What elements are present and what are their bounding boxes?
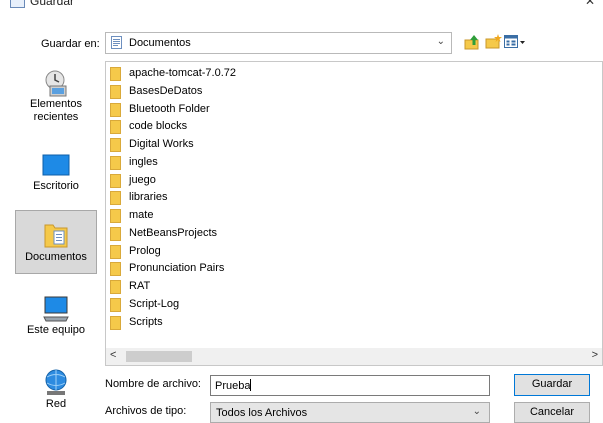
file-name: libraries xyxy=(129,191,168,204)
place-label: Escritorio xyxy=(33,180,79,192)
filename-value: Prueba xyxy=(215,380,251,392)
file-name: Digital Works xyxy=(129,138,194,150)
file-name: NetBeansProjects xyxy=(129,226,218,239)
filetype-label: Archivos de tipo: xyxy=(105,405,187,417)
place-label: Documentos xyxy=(25,251,87,263)
window-title: Guardar xyxy=(30,0,75,8)
folder-icon xyxy=(110,84,121,99)
place-label: Este equipo xyxy=(26,324,86,336)
file-name: Pronunciation Pairs xyxy=(129,262,225,275)
place-network[interactable]: Red xyxy=(15,368,97,411)
documents-icon xyxy=(44,224,68,248)
documents-folder-icon xyxy=(111,36,122,49)
filetype-combobox[interactable]: Todos los Archivos ⌄ xyxy=(210,402,490,423)
folder-icon xyxy=(110,102,121,117)
close-icon[interactable]: ✕ xyxy=(585,0,595,8)
filename-label: Nombre de archivo: xyxy=(105,378,201,390)
folder-icon xyxy=(110,67,121,81)
file-name: ingles xyxy=(129,155,158,168)
file-name: BasesDeDatos xyxy=(129,84,203,97)
view-menu-icon[interactable] xyxy=(503,32,527,52)
filename-input[interactable]: Prueba xyxy=(210,375,490,396)
folder-icon xyxy=(110,138,121,152)
place-this-pc[interactable]: Este equipo xyxy=(15,294,97,337)
folder-icon xyxy=(110,280,121,294)
scroll-right-icon[interactable]: > xyxy=(592,349,598,361)
file-name: mate xyxy=(129,209,154,221)
up-folder-icon[interactable] xyxy=(463,32,483,52)
folder-icon xyxy=(110,226,121,241)
network-icon xyxy=(45,369,67,395)
save-in-combobox[interactable]: Documentos ⌄ xyxy=(105,32,452,54)
folder-icon xyxy=(110,315,121,330)
place-documents[interactable]: Documentos xyxy=(15,210,97,274)
file-name: code blocks xyxy=(129,120,188,133)
folder-icon xyxy=(110,191,121,206)
scroll-left-icon[interactable]: < xyxy=(110,349,116,361)
file-name: RAT xyxy=(129,280,151,292)
chevron-down-icon: ⌄ xyxy=(436,36,445,47)
folder-icon xyxy=(110,244,121,259)
scroll-thumb[interactable] xyxy=(126,351,192,362)
file-name: Prolog xyxy=(129,244,161,257)
place-recent-items[interactable]: Elementos recientes xyxy=(15,68,97,124)
horizontal-scrollbar[interactable]: < > xyxy=(106,348,602,365)
place-desktop[interactable]: Escritorio xyxy=(15,152,97,193)
folder-icon xyxy=(110,155,121,170)
window-icon xyxy=(10,0,25,8)
file-name: Bluetooth Folder xyxy=(129,102,210,115)
place-label: Elementos recientes xyxy=(30,98,82,123)
save-in-label: Guardar en: xyxy=(41,38,100,50)
desktop-icon xyxy=(42,154,70,176)
file-name: apache-tomcat-7.0.72 xyxy=(129,67,237,79)
folder-icon xyxy=(110,120,121,135)
file-list[interactable]: Scripts Script-Log RAT Pronunciation Pairs P… xyxy=(105,61,603,366)
folder-icon xyxy=(110,209,121,223)
places-bar: Elementos recientes Escritorio Documento… xyxy=(15,62,99,423)
cancel-button[interactable]: Cancelar xyxy=(514,402,590,423)
place-label: Red xyxy=(45,398,67,410)
folder-icon xyxy=(110,262,121,277)
recent-items-icon xyxy=(45,70,67,97)
file-name: Scripts xyxy=(129,315,163,328)
chevron-down-icon: ⌄ xyxy=(472,406,481,417)
new-folder-icon[interactable] xyxy=(484,32,504,52)
computer-icon xyxy=(43,296,69,322)
file-name: Script-Log xyxy=(129,297,180,310)
save-button[interactable]: Guardar xyxy=(514,374,590,396)
filetype-value: Todos los Archivos xyxy=(216,407,308,419)
file-name: juego xyxy=(129,173,156,186)
text-caret xyxy=(250,379,252,391)
title-bar: Guardar ✕ xyxy=(0,0,603,14)
folder-icon xyxy=(110,173,121,188)
save-in-value: Documentos xyxy=(129,37,191,49)
folder-icon xyxy=(110,297,121,312)
